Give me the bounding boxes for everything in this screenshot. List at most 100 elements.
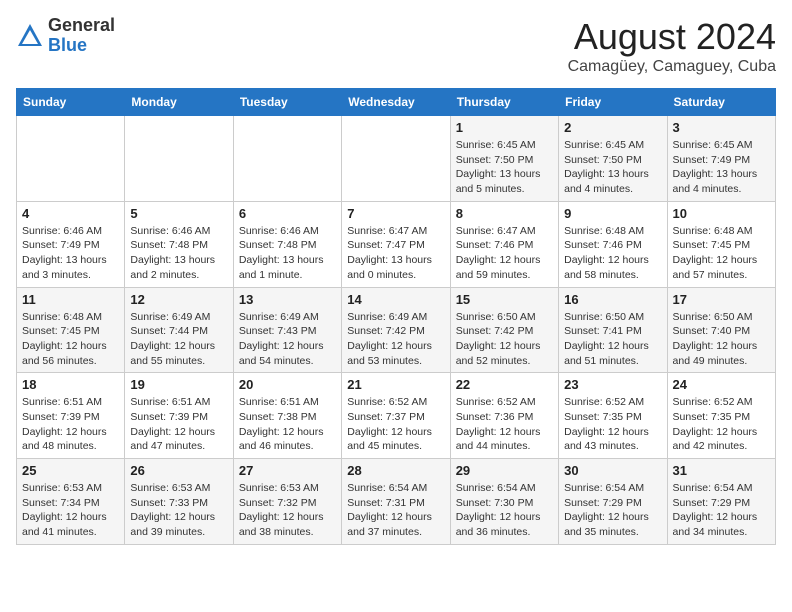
day-info: Sunrise: 6:51 AMSunset: 7:39 PMDaylight:… — [22, 395, 119, 454]
calendar-cell: 31 Sunrise: 6:54 AMSunset: 7:29 PMDayligh… — [667, 459, 775, 545]
calendar-cell: 23 Sunrise: 6:52 AMSunset: 7:35 PMDayligh… — [559, 373, 667, 459]
day-info: Sunrise: 6:49 AMSunset: 7:42 PMDaylight:… — [347, 310, 444, 369]
day-info: Sunrise: 6:51 AMSunset: 7:38 PMDaylight:… — [239, 395, 336, 454]
day-info: Sunrise: 6:54 AMSunset: 7:30 PMDaylight:… — [456, 481, 553, 540]
calendar-cell: 27 Sunrise: 6:53 AMSunset: 7:32 PMDayligh… — [233, 459, 341, 545]
day-info: Sunrise: 6:45 AMSunset: 7:50 PMDaylight:… — [564, 138, 661, 197]
calendar-week-row: 11Sunrise: 6:48 AMSunset: 7:45 PMDayligh… — [17, 287, 776, 373]
day-number: 28 — [347, 463, 444, 478]
month-year-title: August 2024 — [568, 16, 776, 58]
day-info: Sunrise: 6:52 AMSunset: 7:35 PMDaylight:… — [673, 395, 770, 454]
day-info: Sunrise: 6:46 AMSunset: 7:48 PMDaylight:… — [239, 224, 336, 283]
calendar-week-row: 4 Sunrise: 6:46 AMSunset: 7:49 PMDaylight… — [17, 201, 776, 287]
logo-text: General Blue — [48, 16, 115, 56]
day-number: 30 — [564, 463, 661, 478]
day-number: 24 — [673, 377, 770, 392]
weekday-header-friday: Friday — [559, 89, 667, 116]
location-subtitle: Camagüey, Camaguey, Cuba — [568, 58, 776, 76]
day-info: Sunrise: 6:49 AMSunset: 7:43 PMDaylight:… — [239, 310, 336, 369]
calendar-cell: 29 Sunrise: 6:54 AMSunset: 7:30 PMDayligh… — [450, 459, 558, 545]
calendar-cell: 19 Sunrise: 6:51 AMSunset: 7:39 PMDayligh… — [125, 373, 233, 459]
weekday-header-saturday: Saturday — [667, 89, 775, 116]
day-info: Sunrise: 6:49 AMSunset: 7:44 PMDaylight:… — [130, 310, 227, 369]
calendar-cell: 30 Sunrise: 6:54 AMSunset: 7:29 PMDayligh… — [559, 459, 667, 545]
day-number: 20 — [239, 377, 336, 392]
calendar-cell: 26 Sunrise: 6:53 AMSunset: 7:33 PMDayligh… — [125, 459, 233, 545]
day-number: 16 — [564, 292, 661, 307]
calendar-cell: 15 Sunrise: 6:50 AMSunset: 7:42 PMDayligh… — [450, 287, 558, 373]
day-info: Sunrise: 6:45 AMSunset: 7:49 PMDaylight:… — [673, 138, 770, 197]
calendar-cell: 1Sunrise: 6:45 AMSunset: 7:50 PMDaylight… — [450, 116, 558, 202]
calendar-week-row: 18 Sunrise: 6:51 AMSunset: 7:39 PMDayligh… — [17, 373, 776, 459]
day-info: Sunrise: 6:48 AMSunset: 7:45 PMDaylight:… — [22, 310, 119, 369]
calendar-cell: 3Sunrise: 6:45 AMSunset: 7:49 PMDaylight… — [667, 116, 775, 202]
calendar-cell: 12Sunrise: 6:49 AMSunset: 7:44 PMDayligh… — [125, 287, 233, 373]
weekday-header-sunday: Sunday — [17, 89, 125, 116]
day-info: Sunrise: 6:46 AMSunset: 7:49 PMDaylight:… — [22, 224, 119, 283]
day-info: Sunrise: 6:52 AMSunset: 7:37 PMDaylight:… — [347, 395, 444, 454]
day-info: Sunrise: 6:54 AMSunset: 7:29 PMDaylight:… — [564, 481, 661, 540]
day-info: Sunrise: 6:47 AMSunset: 7:46 PMDaylight:… — [456, 224, 553, 283]
day-info: Sunrise: 6:52 AMSunset: 7:35 PMDaylight:… — [564, 395, 661, 454]
calendar-table: SundayMondayTuesdayWednesdayThursdayFrid… — [16, 88, 776, 545]
logo-icon — [16, 22, 44, 50]
calendar-cell: 2 Sunrise: 6:45 AMSunset: 7:50 PMDaylight… — [559, 116, 667, 202]
calendar-cell — [233, 116, 341, 202]
day-info: Sunrise: 6:48 AMSunset: 7:45 PMDaylight:… — [673, 224, 770, 283]
calendar-cell: 17Sunrise: 6:50 AMSunset: 7:40 PMDayligh… — [667, 287, 775, 373]
calendar-cell — [17, 116, 125, 202]
day-number: 6 — [239, 206, 336, 221]
weekday-header-wednesday: Wednesday — [342, 89, 450, 116]
page-header: General Blue August 2024 Camagüey, Camag… — [16, 16, 776, 76]
calendar-cell: 6 Sunrise: 6:46 AMSunset: 7:48 PMDaylight… — [233, 201, 341, 287]
logo-blue-text: Blue — [48, 35, 87, 55]
day-number: 1 — [456, 120, 553, 135]
calendar-cell: 13 Sunrise: 6:49 AMSunset: 7:43 PMDayligh… — [233, 287, 341, 373]
weekday-header-tuesday: Tuesday — [233, 89, 341, 116]
day-number: 10 — [673, 206, 770, 221]
calendar-cell: 16Sunrise: 6:50 AMSunset: 7:41 PMDayligh… — [559, 287, 667, 373]
calendar-cell — [125, 116, 233, 202]
weekday-header-monday: Monday — [125, 89, 233, 116]
calendar-cell: 24 Sunrise: 6:52 AMSunset: 7:35 PMDayligh… — [667, 373, 775, 459]
calendar-cell: 11Sunrise: 6:48 AMSunset: 7:45 PMDayligh… — [17, 287, 125, 373]
day-info: Sunrise: 6:50 AMSunset: 7:42 PMDaylight:… — [456, 310, 553, 369]
day-number: 26 — [130, 463, 227, 478]
day-number: 25 — [22, 463, 119, 478]
calendar-cell: 10 Sunrise: 6:48 AMSunset: 7:45 PMDayligh… — [667, 201, 775, 287]
day-info: Sunrise: 6:53 AMSunset: 7:32 PMDaylight:… — [239, 481, 336, 540]
calendar-cell: 8Sunrise: 6:47 AMSunset: 7:46 PMDaylight… — [450, 201, 558, 287]
calendar-cell: 21 Sunrise: 6:52 AMSunset: 7:37 PMDayligh… — [342, 373, 450, 459]
title-area: August 2024 Camagüey, Camaguey, Cuba — [568, 16, 776, 76]
day-info: Sunrise: 6:51 AMSunset: 7:39 PMDaylight:… — [130, 395, 227, 454]
day-number: 5 — [130, 206, 227, 221]
day-number: 9 — [564, 206, 661, 221]
day-info: Sunrise: 6:53 AMSunset: 7:33 PMDaylight:… — [130, 481, 227, 540]
day-number: 4 — [22, 206, 119, 221]
calendar-week-row: 1 Sunrise: 6:45 AMSunset: 7:50 PMDaylight… — [17, 116, 776, 202]
weekday-header-thursday: Thursday — [450, 89, 558, 116]
day-number: 21 — [347, 377, 444, 392]
calendar-cell: 5Sunrise: 6:46 AMSunset: 7:48 PMDaylight… — [125, 201, 233, 287]
day-number: 2 — [564, 120, 661, 135]
day-number: 23 — [564, 377, 661, 392]
day-number: 18 — [22, 377, 119, 392]
calendar-week-row: 25Sunrise: 6:53 AMSunset: 7:34 PMDayligh… — [17, 459, 776, 545]
calendar-cell: 25Sunrise: 6:53 AMSunset: 7:34 PMDayligh… — [17, 459, 125, 545]
calendar-cell: 28 Sunrise: 6:54 AMSunset: 7:31 PMDayligh… — [342, 459, 450, 545]
calendar-cell: 20 Sunrise: 6:51 AMSunset: 7:38 PMDayligh… — [233, 373, 341, 459]
day-number: 29 — [456, 463, 553, 478]
calendar-cell: 7Sunrise: 6:47 AMSunset: 7:47 PMDaylight… — [342, 201, 450, 287]
day-number: 27 — [239, 463, 336, 478]
day-number: 31 — [673, 463, 770, 478]
day-number: 13 — [239, 292, 336, 307]
calendar-cell: 14Sunrise: 6:49 AMSunset: 7:42 PMDayligh… — [342, 287, 450, 373]
day-number: 22 — [456, 377, 553, 392]
day-info: Sunrise: 6:54 AMSunset: 7:31 PMDaylight:… — [347, 481, 444, 540]
day-number: 15 — [456, 292, 553, 307]
day-number: 17 — [673, 292, 770, 307]
logo: General Blue — [16, 16, 115, 56]
day-info: Sunrise: 6:54 AMSunset: 7:29 PMDaylight:… — [673, 481, 770, 540]
calendar-cell: 18 Sunrise: 6:51 AMSunset: 7:39 PMDayligh… — [17, 373, 125, 459]
day-number: 19 — [130, 377, 227, 392]
